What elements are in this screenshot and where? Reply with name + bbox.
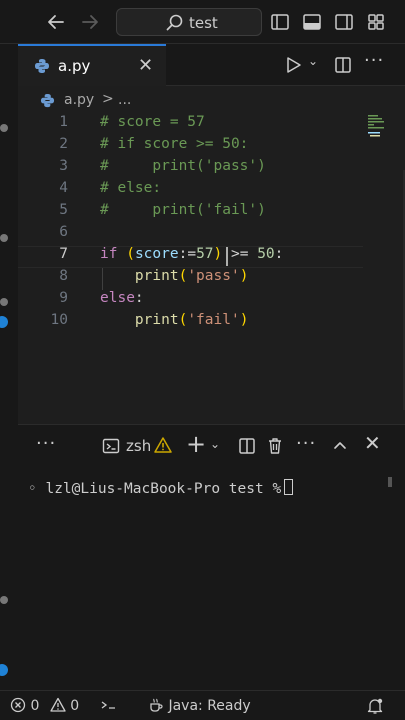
panel-views-more-icon[interactable]: ··· xyxy=(36,433,56,454)
warning-icon[interactable] xyxy=(154,436,172,454)
toggle-panel-icon[interactable] xyxy=(302,12,322,32)
toggle-primary-sidebar-icon[interactable] xyxy=(270,12,290,32)
code-text-highlighted: else: xyxy=(100,290,144,306)
python-file-icon xyxy=(40,93,55,108)
code-line: 4 # else: xyxy=(18,180,384,202)
code-text: # score = 57 xyxy=(100,114,205,130)
breadcrumb-file[interactable]: a.py xyxy=(64,92,94,108)
code-line: 8 print('pass') xyxy=(18,268,384,290)
terminal-name[interactable]: zsh xyxy=(126,437,151,455)
python-file-icon xyxy=(35,59,49,73)
close-tab-icon[interactable]: ✕ xyxy=(138,55,153,76)
code-line: 3 # print('pass') xyxy=(18,158,384,180)
panel-toolbar: ··· zsh + ⌄ ··· ✕ xyxy=(18,425,405,467)
code-line-active: 7 if (score:=57) >= 50: xyxy=(18,246,384,268)
toggle-secondary-sidebar-icon[interactable] xyxy=(334,12,354,32)
line-number: 10 xyxy=(50,312,68,328)
java-status[interactable]: Java: Ready xyxy=(148,697,251,715)
code-line: 9 else: xyxy=(18,290,384,312)
terminal-cursor xyxy=(284,479,294,495)
line-number: 6 xyxy=(59,224,68,240)
breadcrumb-separator: > xyxy=(102,91,114,107)
maximize-panel-chevron-up-icon[interactable] xyxy=(332,437,348,453)
ports-indicator-icon[interactable] xyxy=(100,697,118,715)
back-arrow-icon[interactable] xyxy=(44,10,68,34)
activity-item-icon[interactable] xyxy=(0,596,8,604)
java-status-label: Java: Ready xyxy=(168,698,251,714)
activity-item-icon[interactable] xyxy=(0,298,8,306)
code-line: 6 xyxy=(18,224,384,246)
activity-badge-icon xyxy=(0,316,8,328)
launch-profile-chevron-icon[interactable]: ⌄ xyxy=(210,437,220,451)
code-text-highlighted: if (score:=57) >= 50: xyxy=(100,246,284,262)
prompt-marker-icon: ◦ xyxy=(28,481,46,497)
problems-indicator[interactable]: 0 0 xyxy=(10,697,79,715)
status-bar: 0 0 Java: Ready xyxy=(0,690,405,720)
new-terminal-plus-icon[interactable]: + xyxy=(186,430,206,458)
code-line: 2 # if score >= 50: xyxy=(18,136,384,158)
activity-bar xyxy=(0,44,18,690)
command-center-search[interactable]: test xyxy=(116,8,262,36)
split-editor-icon[interactable] xyxy=(334,56,352,74)
split-terminal-icon[interactable] xyxy=(238,437,256,455)
code-text-highlighted: print('pass') xyxy=(134,268,249,284)
line-number: 4 xyxy=(59,180,68,196)
java-coffee-icon xyxy=(150,698,163,712)
breadcrumb-symbols[interactable]: ... xyxy=(118,92,131,108)
code-editor[interactable]: 1 # score = 57 2 # if score >= 50: 3 # p… xyxy=(18,114,405,420)
run-options-chevron-icon[interactable]: ⌄ xyxy=(308,54,318,68)
terminal-prompt: lzl@Lius-MacBook-Pro test % xyxy=(45,481,282,497)
search-icon xyxy=(166,14,183,31)
text-cursor xyxy=(226,247,228,266)
line-number: 2 xyxy=(59,136,68,152)
activity-item-icon[interactable] xyxy=(0,234,8,242)
terminal-panel: ··· zsh + ⌄ ··· ✕ ◦ lzl@Lius-MacBook-Pro… xyxy=(18,424,405,690)
line-number: 7 xyxy=(59,246,68,262)
code-line: 5 # print('fail') xyxy=(18,202,384,224)
customize-layout-icon[interactable] xyxy=(366,12,386,32)
line-number: 9 xyxy=(59,290,68,306)
more-actions-icon[interactable]: ··· xyxy=(364,50,384,71)
warning-count: 0 xyxy=(70,698,80,714)
terminal-more-actions-icon[interactable]: ··· xyxy=(296,433,316,454)
line-number: 3 xyxy=(59,158,68,174)
tab-label: a.py xyxy=(58,57,91,75)
error-icon xyxy=(10,697,26,713)
code-text: # print('fail') xyxy=(100,202,266,218)
line-number: 8 xyxy=(59,268,68,284)
title-bar: test xyxy=(0,0,405,44)
editor-tab-bar: a.py ✕ ⌄ ··· xyxy=(18,44,405,86)
line-number: 1 xyxy=(59,114,68,130)
notifications-bell-icon[interactable] xyxy=(366,697,384,715)
code-line: 1 # score = 57 xyxy=(18,114,384,136)
search-text: test xyxy=(189,14,218,32)
activity-item-icon[interactable] xyxy=(0,124,8,132)
code-text: # if score >= 50: xyxy=(100,136,249,152)
warning-icon xyxy=(50,697,66,712)
code-text-highlighted: print('fail') xyxy=(134,312,249,328)
terminal-scrollbar[interactable] xyxy=(388,477,392,487)
kill-terminal-trash-icon[interactable] xyxy=(266,436,284,455)
tab-a-py[interactable]: a.py ✕ xyxy=(18,44,166,86)
error-count: 0 xyxy=(30,698,40,714)
accounts-badge-icon xyxy=(0,664,8,676)
code-text: # else: xyxy=(100,180,162,196)
terminal-icon[interactable] xyxy=(102,437,120,455)
line-number: 5 xyxy=(59,202,68,218)
close-panel-icon[interactable]: ✕ xyxy=(364,431,381,455)
code-text: # print('pass') xyxy=(100,158,266,174)
run-python-file-icon[interactable] xyxy=(286,56,302,74)
terminal-prompt-line[interactable]: ◦ lzl@Lius-MacBook-Pro test % xyxy=(28,479,294,497)
forward-arrow-icon[interactable] xyxy=(78,10,102,34)
code-line: 10 print('fail') xyxy=(18,312,384,334)
